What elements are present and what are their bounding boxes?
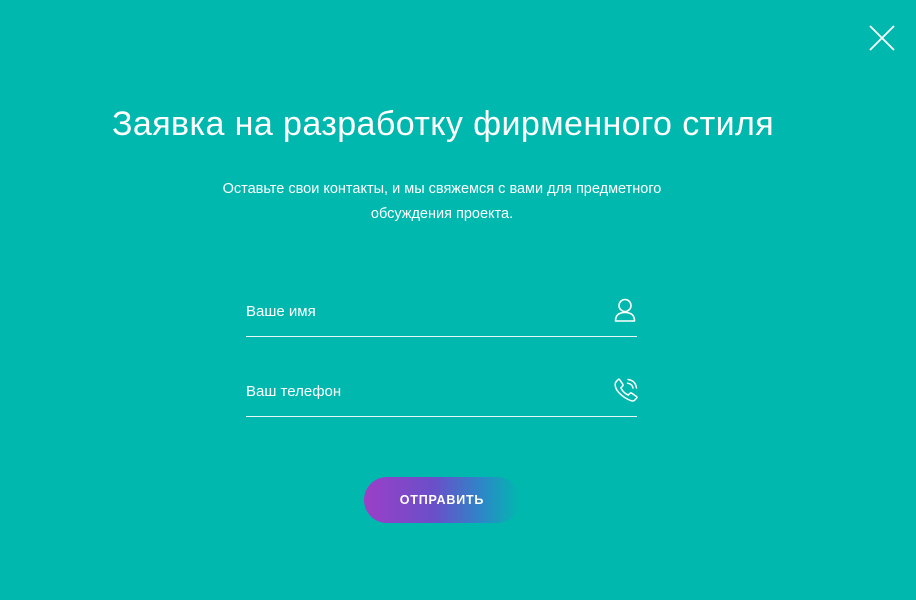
phone-icon: [613, 377, 638, 403]
submit-button[interactable]: ОТПРАВИТЬ: [364, 477, 520, 523]
phone-input[interactable]: [246, 376, 596, 406]
user-icon: [613, 297, 637, 323]
close-icon: [869, 25, 895, 51]
modal-title: Заявка на разработку фирменного стиля: [111, 105, 775, 143]
close-button[interactable]: [868, 24, 896, 52]
name-field: [246, 296, 637, 337]
phone-field: [246, 376, 638, 417]
modal-subtitle: Оставьте свои контакты, и мы свяжемся с …: [222, 181, 662, 222]
name-input[interactable]: [246, 296, 596, 326]
